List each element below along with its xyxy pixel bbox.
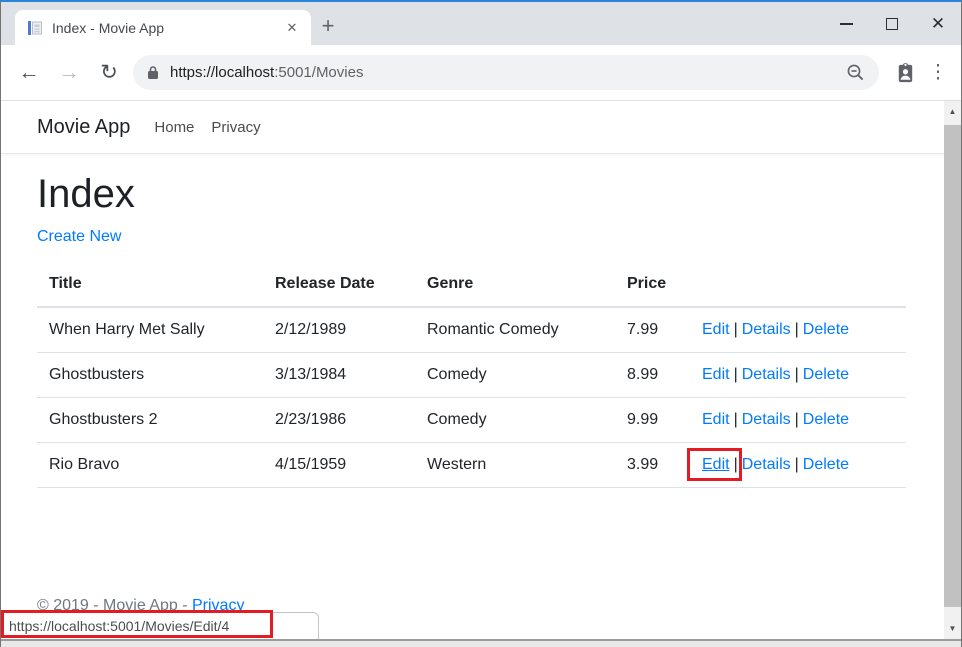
action-separator: | [734,456,738,473]
tab-close-icon[interactable]: ✕ [283,19,301,37]
browser-toolbar: ← → ↻ https://localhost:5001/Movies [1,45,961,101]
close-icon: ✕ [931,14,945,34]
cell-actions: Edit|Details|Delete [690,443,906,488]
nav-link-home[interactable]: Home [154,119,194,136]
page-title: Index [37,170,925,218]
cell-actions: Edit|Details|Delete [690,398,906,443]
profile-icon[interactable] [887,55,923,91]
table-row: Ghostbusters3/13/1984Comedy8.99Edit|Deta… [37,353,906,398]
cell-title: When Harry Met Sally [37,307,263,353]
table-body: When Harry Met Sally2/12/1989Romantic Co… [37,307,906,488]
new-tab-button[interactable]: + [311,8,345,43]
action-details-link[interactable]: Details [742,321,791,338]
table-row: When Harry Met Sally2/12/1989Romantic Co… [37,307,906,353]
back-button[interactable]: ← [9,53,49,93]
action-edit-link[interactable]: Edit [702,456,730,473]
table-header-row: Title Release Date Genre Price [37,262,906,307]
browser-window: Index - Movie App ✕ + ✕ ← → ↻ https://lo… [0,0,962,647]
cell-genre: Comedy [415,353,615,398]
header-actions [690,262,906,307]
cell-genre: Romantic Comedy [415,307,615,353]
window-controls: ✕ [823,2,961,45]
movies-table: Title Release Date Genre Price When Harr… [37,262,906,488]
table-row: Ghostbusters 22/23/1986Comedy9.99Edit|De… [37,398,906,443]
minimize-icon [840,23,853,25]
minimize-button[interactable] [823,2,869,45]
action-delete-link[interactable]: Delete [803,321,849,338]
cell-actions: Edit|Details|Delete [690,307,906,353]
forward-button[interactable]: → [49,53,89,93]
tab-title: Index - Movie App [52,20,283,36]
header-genre: Genre [415,262,615,307]
url-text: https://localhost:5001/Movies [170,64,363,81]
maximize-icon [886,18,898,30]
action-details-link[interactable]: Details [742,366,791,383]
cell-release_date: 4/15/1959 [263,443,415,488]
action-edit-link[interactable]: Edit [702,321,730,338]
cell-title: Rio Bravo [37,443,263,488]
site-navbar: Movie App Home Privacy [1,101,961,154]
url-path: :5001/Movies [274,64,363,81]
menu-dots-icon[interactable]: ⋮ [923,55,953,91]
lock-icon [147,65,159,80]
reload-button[interactable]: ↻ [89,53,129,93]
address-bar[interactable]: https://localhost:5001/Movies [133,55,879,90]
status-url: https://localhost:5001/Movies/Edit/4 [9,618,229,634]
action-edit-link[interactable]: Edit [702,366,730,383]
action-separator: | [795,366,799,383]
tab-strip: Index - Movie App ✕ + ✕ [1,2,961,45]
status-bar: https://localhost:5001/Movies/Edit/4 [1,612,319,639]
action-separator: | [795,411,799,428]
main-content: Index Create New Title Release Date Genr… [1,170,961,488]
cell-title: Ghostbusters [37,353,263,398]
action-separator: | [734,366,738,383]
header-price: Price [615,262,690,307]
action-separator: | [795,456,799,473]
header-release-date: Release Date [263,262,415,307]
cell-price: 7.99 [615,307,690,353]
zoom-out-icon[interactable] [846,63,865,82]
header-title: Title [37,262,263,307]
action-delete-link[interactable]: Delete [803,366,849,383]
action-delete-link[interactable]: Delete [803,411,849,428]
cell-genre: Western [415,443,615,488]
scrollbar-thumb[interactable] [944,125,961,607]
navbar-brand[interactable]: Movie App [37,116,130,139]
action-delete-link[interactable]: Delete [803,456,849,473]
action-details-link[interactable]: Details [742,456,791,473]
cell-title: Ghostbusters 2 [37,398,263,443]
cell-release_date: 2/23/1986 [263,398,415,443]
page-viewport: Movie App Home Privacy Index Create New … [1,101,961,639]
cell-price: 8.99 [615,353,690,398]
action-separator: | [734,321,738,338]
action-details-link[interactable]: Details [742,411,791,428]
cell-release_date: 3/13/1984 [263,353,415,398]
maximize-button[interactable] [869,2,915,45]
action-edit-link[interactable]: Edit [702,411,730,428]
cell-price: 3.99 [615,443,690,488]
cell-release_date: 2/12/1989 [263,307,415,353]
cell-actions: Edit|Details|Delete [690,353,906,398]
close-button[interactable]: ✕ [915,2,961,45]
favicon-icon [27,20,43,36]
browser-tab[interactable]: Index - Movie App ✕ [15,10,311,45]
vertical-scrollbar[interactable]: ▲ ▼ [944,101,961,639]
action-separator: | [795,321,799,338]
cell-price: 9.99 [615,398,690,443]
create-new-link[interactable]: Create New [37,228,121,246]
scroll-down-icon[interactable]: ▼ [944,620,961,637]
cell-genre: Comedy [415,398,615,443]
action-separator: | [734,411,738,428]
table-row: Rio Bravo4/15/1959Western3.99Edit|Detail… [37,443,906,488]
window-bottom-edge [1,639,961,647]
url-host: https://localhost [170,64,274,81]
nav-link-privacy[interactable]: Privacy [211,119,260,136]
scroll-up-icon[interactable]: ▲ [944,103,961,120]
